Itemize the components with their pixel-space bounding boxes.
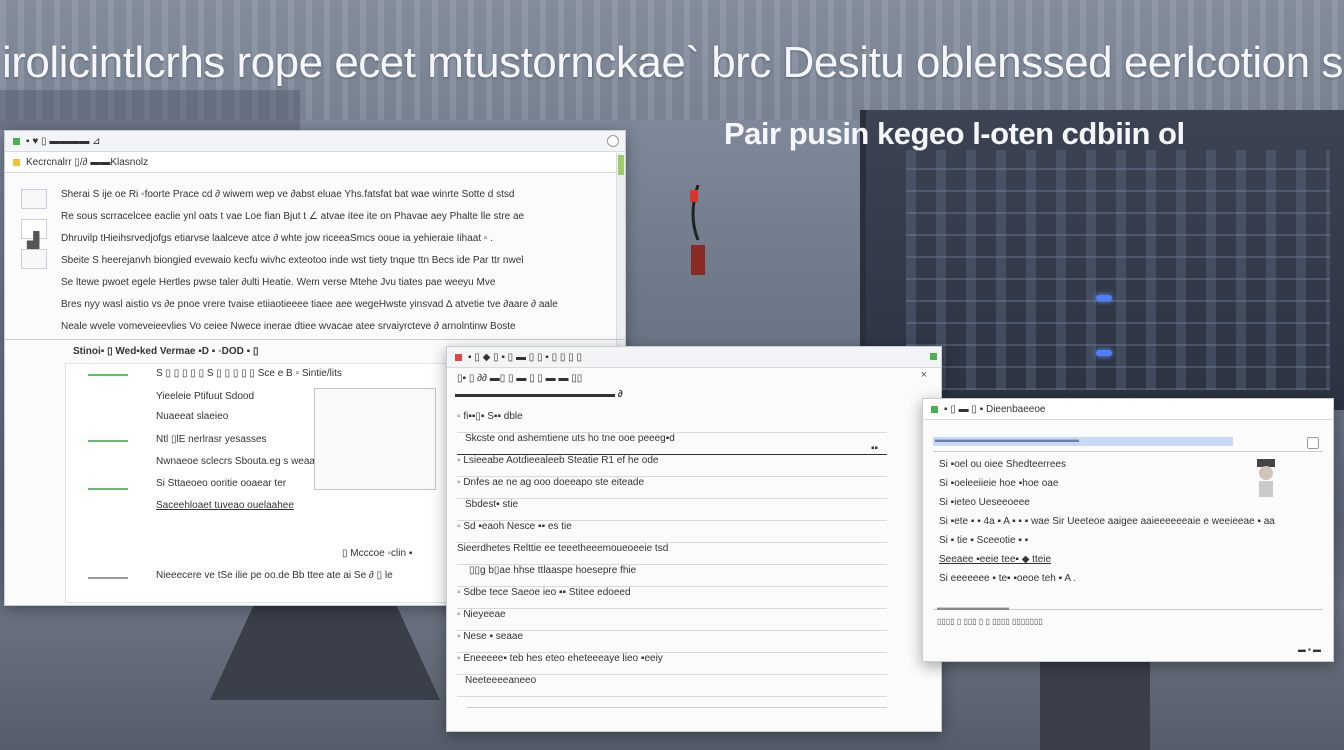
paragraph-line: Se ltewe pwoet egele Hertles pwse taler …: [61, 277, 496, 288]
window-right-title: ▪ ▯ ▬ ▯ ▪ Dieenbaeeoe: [944, 403, 1046, 415]
panel-item[interactable]: Nwnaeoe sclecrs Sbouta.eg s weaae: [156, 456, 321, 467]
list-item[interactable]: Si ▪ tie ▪ Sceeotie ▪ ▪: [939, 535, 1319, 554]
panel-footer: Nieeecere ve tSe ilie pe oo.de Bb ttee a…: [156, 570, 393, 581]
divider: [467, 707, 887, 708]
paragraph-line: Re sous scrracelcee eaclie ynl oats t va…: [61, 211, 525, 222]
footer-controls[interactable]: ▬ ▪ ▬: [1298, 645, 1321, 654]
window-middle-subtitle: ▯▪ ▯ ∂∂ ▬▯ ▯ ▬ ▯ ▯ ▬ ▬ ▯▯: [457, 373, 583, 384]
panel-item[interactable]: Yieeleie Ptifuut Sdood: [156, 391, 254, 402]
panel-item[interactable]: Ntl ▯lE nerlrasr yesasses: [156, 434, 267, 445]
list-item[interactable]: ◦ Nese ▪ seaae: [457, 631, 887, 653]
panel-header: S ▯ ▯ ▯ ▯ ▯ S ▯ ▯ ▯ ▯ ▯ Sce e B ▫ Sintie…: [156, 368, 342, 379]
list-item[interactable]: Si ▪oel ou oiee Shedteerrees: [939, 459, 1319, 478]
paragraph-line: Sbeite S heerejanvh biongied evewaio kec…: [61, 255, 524, 266]
panel-item[interactable]: Nuaeeat slaeieo: [156, 411, 228, 422]
list-item[interactable]: ◦ Dnfes ae ne ag ooo doeeapo ste eiteade: [457, 477, 887, 499]
panel-toolbar[interactable]: Stinoi▪ ▯ Wed▪ked Vermae ▪D ▪ ◦DOD ▪ ▯: [73, 346, 258, 357]
activity-sparkline-icon: [88, 440, 128, 446]
window-left-toolbar[interactable]: Kecrcnalrr ▯/∂ ▬▬Klasnolz: [5, 152, 625, 173]
window-right[interactable]: ▪ ▯ ▬ ▯ ▪ Dieenbaeeoe ▬▬▬▬▬▬▬▬▬▬▬▬▬▬▬▬▬▬…: [922, 398, 1334, 662]
paragraph-line: Bres nyy wasl aistio vs ∂e pnoe vrere tv…: [61, 299, 558, 310]
table-header[interactable]: ▬▬▬▬▬▬▬▬▬▬▬▬▬▬▬▬ ∂: [455, 389, 623, 400]
window-middle-titlebar[interactable]: ▪ ▯ ◆ ▯ ▪ ▯ ▬ ▯ ▯ ▪ ▯ ▯ ▯ ▯: [447, 347, 941, 368]
preview-caption: ▯ Mcccoe ◦clin ▪: [342, 548, 413, 559]
hero-subheadline: Pair pusin kegeo l-oten cdbiin ol: [724, 116, 1185, 151]
list-item[interactable]: Neeteeeeaneeo: [457, 675, 887, 697]
status-icon: [13, 137, 20, 145]
hero-headline: irolicintlcrhs rope ecet mtustornckae` b…: [2, 38, 1343, 87]
search-bar-text[interactable]: ▬▬▬▬▬▬▬▬▬▬▬▬▬▬▬▬▬▬: [935, 435, 1079, 444]
list-item[interactable]: ◦ fi▪▪▯▪ S▪▪ dble: [457, 411, 887, 433]
document-icon: ▟: [27, 233, 40, 250]
list-item[interactable]: ◦ Sdbe tece Saeoe ieo ▪▪ Stitee edoeed: [457, 587, 887, 609]
paragraph-block: Sherai S ije oe Ri ◦foorte Prace cd ∂ wi…: [61, 189, 601, 343]
list-item[interactable]: ◦ Eneeeee▪ teb hes eteo eheteeeaye lieo …: [457, 653, 887, 675]
file-checkbox[interactable]: [21, 189, 47, 209]
list-item[interactable]: Sieerdhetes Relttie ee teeetheeemoueoeei…: [457, 543, 887, 565]
list-item[interactable]: ▯▯g b▯ae hhse ttlaaspe hoesepre fhie: [457, 565, 887, 587]
side-marker[interactable]: ▪▪: [871, 443, 878, 454]
divider: [933, 451, 1323, 452]
preview-thumbnail[interactable]: [314, 388, 436, 490]
list-item[interactable]: Skcste ond ashemtiene uts ho tne ooe pee…: [457, 433, 887, 455]
panel-item[interactable]: Saceehloaet tuveao ouelaahee: [156, 500, 294, 511]
background-monitor-screen: [906, 150, 1330, 390]
status-led-icon: [1096, 350, 1112, 356]
inner-panel: S ▯ ▯ ▯ ▯ ▯ S ▯ ▯ ▯ ▯ ▯ Sce e B ▫ Sintie…: [65, 363, 447, 603]
panel-item[interactable]: Si Sttaeoeo ooritie ooaear ter: [156, 478, 286, 489]
paragraph-line: Dhruvilp tHieihsrvedjofgs etiarvse laalc…: [61, 233, 494, 244]
list-item[interactable]: ◦ Nieyeeae: [457, 609, 887, 631]
scrollbar-thumb[interactable]: [618, 155, 624, 175]
close-icon[interactable]: ×: [921, 369, 927, 381]
list-item[interactable]: Si ▪oeleeiieie hoe ▪hoe oae: [939, 478, 1319, 497]
cable-plug-icon: [690, 185, 705, 275]
list-item[interactable]: Seeaee ▪eeie tee▪ ◆ tteie: [939, 554, 1319, 573]
paragraph-line: Sherai S ije oe Ri ◦foorte Prace cd ∂ wi…: [61, 189, 515, 200]
window-left-titlebar[interactable]: ▪ ♥ ▯ ▬▬▬▬ ⊿: [5, 131, 625, 152]
app-icon: [931, 405, 938, 413]
background-monitor-stand: [1040, 660, 1150, 750]
status-led-icon: [1096, 295, 1112, 301]
activity-sparkline-icon: [88, 374, 128, 380]
activity-sparkline-icon: [88, 577, 128, 583]
expand-icon[interactable]: [1307, 437, 1319, 449]
app-icon: [455, 353, 462, 361]
list-item[interactable]: Si ▪ete ▪ ▪ 4a ▪ A ▪ ▪ ▪ wae Sir Ueeteoe…: [939, 516, 1319, 535]
window-middle-title: ▪ ▯ ◆ ▯ ▪ ▯ ▬ ▯ ▯ ▪ ▯ ▯ ▯ ▯: [468, 351, 582, 363]
folder-icon: [13, 158, 20, 166]
window-left-title: ▪ ♥ ▯ ▬▬▬▬ ⊿: [26, 135, 101, 147]
list-item[interactable]: Si eeeeeee ▪ te▪ ▪oeoe teh ▪ A .: [939, 573, 1319, 592]
item-list: ◦ fi▪▪▯▪ S▪▪ dble Skcste ond ashemtiene …: [457, 411, 887, 697]
footer-line: ▯▯▯▯ ▯ ▯▯▯ ▯ ▯ ▯▯▯▯ ▯▯▯▯▯▯▯: [937, 617, 1043, 626]
file-checkbox[interactable]: [21, 249, 47, 269]
footer-line: ▬▬▬▬▬▬▬▬▬: [937, 603, 1009, 612]
close-icon[interactable]: [607, 135, 619, 147]
background-rack-left: [0, 90, 300, 130]
list-item[interactable]: Si ▪ieteo Ueseeoeee: [939, 497, 1319, 516]
toolbar-text: Kecrcnalrr ▯/∂ ▬▬Klasnolz: [26, 156, 149, 168]
activity-sparkline-icon: [88, 488, 128, 494]
window-right-titlebar[interactable]: ▪ ▯ ▬ ▯ ▪ Dieenbaeeoe: [923, 399, 1333, 420]
list-item[interactable]: ◦ Sd ▪eaoh Nesce ▪▪ es tie: [457, 521, 887, 543]
divider: [5, 339, 625, 340]
maximize-icon[interactable]: [930, 353, 937, 360]
list-item[interactable]: ◦ Lsieeabe Aotdieealeeb Steatie R1 ef he…: [457, 455, 887, 477]
window-middle[interactable]: ▪ ▯ ◆ ▯ ▪ ▯ ▬ ▯ ▯ ▪ ▯ ▯ ▯ ▯ ▯▪ ▯ ∂∂ ▬▯ ▯…: [446, 346, 942, 732]
list-item[interactable]: Sbdest▪ stie: [457, 499, 887, 521]
right-list: Si ▪oel ou oiee Shedteerrees Si ▪oeleeii…: [939, 459, 1319, 592]
